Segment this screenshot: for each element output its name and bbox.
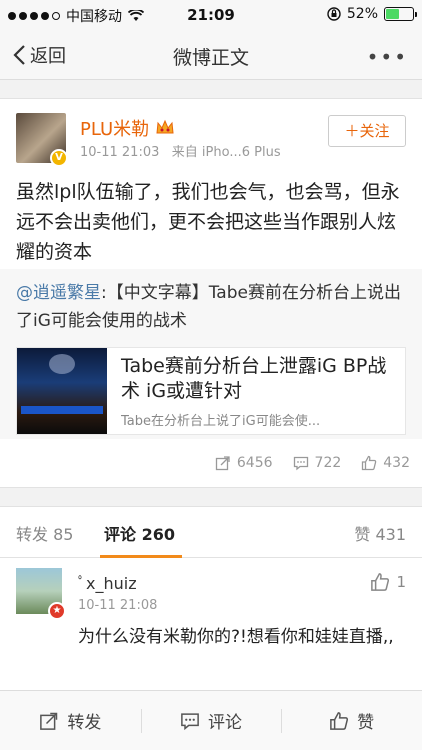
comment-like-button[interactable]: 1 xyxy=(370,572,406,592)
tab-reposts-count: 85 xyxy=(53,525,74,544)
repost-stat[interactable]: 6456 xyxy=(215,455,273,471)
toolbar-repost-button[interactable]: 转发 xyxy=(0,691,141,750)
plus-icon: ＋ xyxy=(344,122,360,140)
post-source: 来自 iPho...6 Plus xyxy=(171,145,281,160)
tab-comments-label: 评论 xyxy=(104,525,137,544)
post-time: 10-11 21:03 xyxy=(80,145,160,160)
toolbar-comment-label: 评论 xyxy=(208,713,242,733)
repost-text: @逍遥繁星:【中文字幕】Tabe赛前在分析台上说出了iG可能会使用的战术 xyxy=(16,279,408,335)
vip-crown-icon xyxy=(156,119,174,134)
comment-icon xyxy=(181,712,199,730)
comment-count: 722 xyxy=(314,455,342,471)
commenter-badge-icon: ★ xyxy=(48,602,66,620)
like-count: 432 xyxy=(383,455,410,471)
share-icon xyxy=(40,712,58,730)
nav-bar: 返回 微博正文 ••• xyxy=(0,30,422,80)
toolbar-repost-label: 转发 xyxy=(67,713,102,733)
tab-reposts-label: 转发 xyxy=(16,525,49,544)
link-title: Tabe赛前分析台上泄露iG BP战术 iG或遭针对 xyxy=(121,355,387,402)
follow-label: 关注 xyxy=(359,122,390,140)
thumbs-up-icon xyxy=(362,455,377,471)
comment-icon xyxy=(293,456,308,471)
tab-likes[interactable]: 赞 431 xyxy=(354,521,406,545)
tab-comments-count: 260 xyxy=(141,525,175,544)
post-card: V PLU米勒 10-11 21:03 来自 iPho...6 Plus ＋关注… xyxy=(0,98,422,488)
status-right: 52% xyxy=(327,6,417,22)
battery-icon xyxy=(384,7,417,21)
comment-text: 为什么没有米勒你的?!想看你和娃娃直播,, xyxy=(78,627,394,647)
comment-item[interactable]: ★ ﾟx_huiz 10-11 21:08 1 为什么没有米勒你的?!想看你和娃… xyxy=(0,558,422,690)
author-name-row: PLU米勒 xyxy=(80,115,175,141)
toolbar-like-button[interactable]: 赞 xyxy=(281,691,422,750)
thumbs-up-icon xyxy=(330,711,349,730)
link-desc: Tabe在分析台上说了iG可能会使... xyxy=(121,414,321,429)
bottom-toolbar: 转发 评论 赞 xyxy=(0,690,422,750)
battery-percent: 52% xyxy=(346,6,378,22)
tab-reposts[interactable]: 转发 85 xyxy=(16,521,73,545)
repost-count: 6456 xyxy=(236,455,273,471)
share-icon xyxy=(215,456,230,471)
like-stat[interactable]: 432 xyxy=(361,455,410,471)
tab-likes-label: 赞 xyxy=(354,525,371,544)
toolbar-comment-button[interactable]: 评论 xyxy=(140,691,282,750)
toolbar-like-label: 赞 xyxy=(357,713,375,733)
more-button[interactable]: ••• xyxy=(367,45,408,69)
verified-badge-icon: V xyxy=(50,149,68,167)
thumbs-up-icon xyxy=(371,573,390,591)
link-card[interactable]: Tabe赛前分析台上泄露iG BP战术 iG或遭针对 Tabe在分析台上说了iG… xyxy=(16,347,406,435)
repost-mention[interactable]: @逍遥繁星 xyxy=(16,283,101,303)
orientation-lock-icon xyxy=(327,7,341,21)
comment-like-count: 1 xyxy=(396,573,406,591)
comment-stat[interactable]: 722 xyxy=(293,455,342,471)
author-name[interactable]: PLU米勒 xyxy=(80,115,149,141)
comment-time: 10-11 21:08 xyxy=(78,598,158,613)
subtitle-bar xyxy=(21,406,103,414)
tab-comments[interactable]: 评论 260 xyxy=(104,521,175,545)
post-stats: 6456 722 432 xyxy=(215,455,410,471)
commenter-name[interactable]: ﾟx_huiz xyxy=(78,570,137,594)
repost-block[interactable]: @逍遥繁星:【中文字幕】Tabe赛前在分析台上说出了iG可能会使用的战术 Tab… xyxy=(0,269,422,439)
video-thumbnail xyxy=(17,348,107,434)
status-bar: 中国移动 21:09 52% xyxy=(0,0,422,30)
league-logo-icon xyxy=(49,354,75,374)
page-title: 微博正文 xyxy=(172,47,249,69)
tab-likes-count: 431 xyxy=(375,525,406,544)
follow-button[interactable]: ＋关注 xyxy=(328,115,406,147)
post-meta: 10-11 21:03 来自 iPho...6 Plus xyxy=(80,141,281,160)
post-text: 虽然lpl队伍输了，我们也会气，也会骂，但永远不会出卖他们，更不会把这些当作跟别… xyxy=(16,181,400,263)
comment-tabs: 转发 85 评论 260 赞 431 xyxy=(0,506,422,558)
